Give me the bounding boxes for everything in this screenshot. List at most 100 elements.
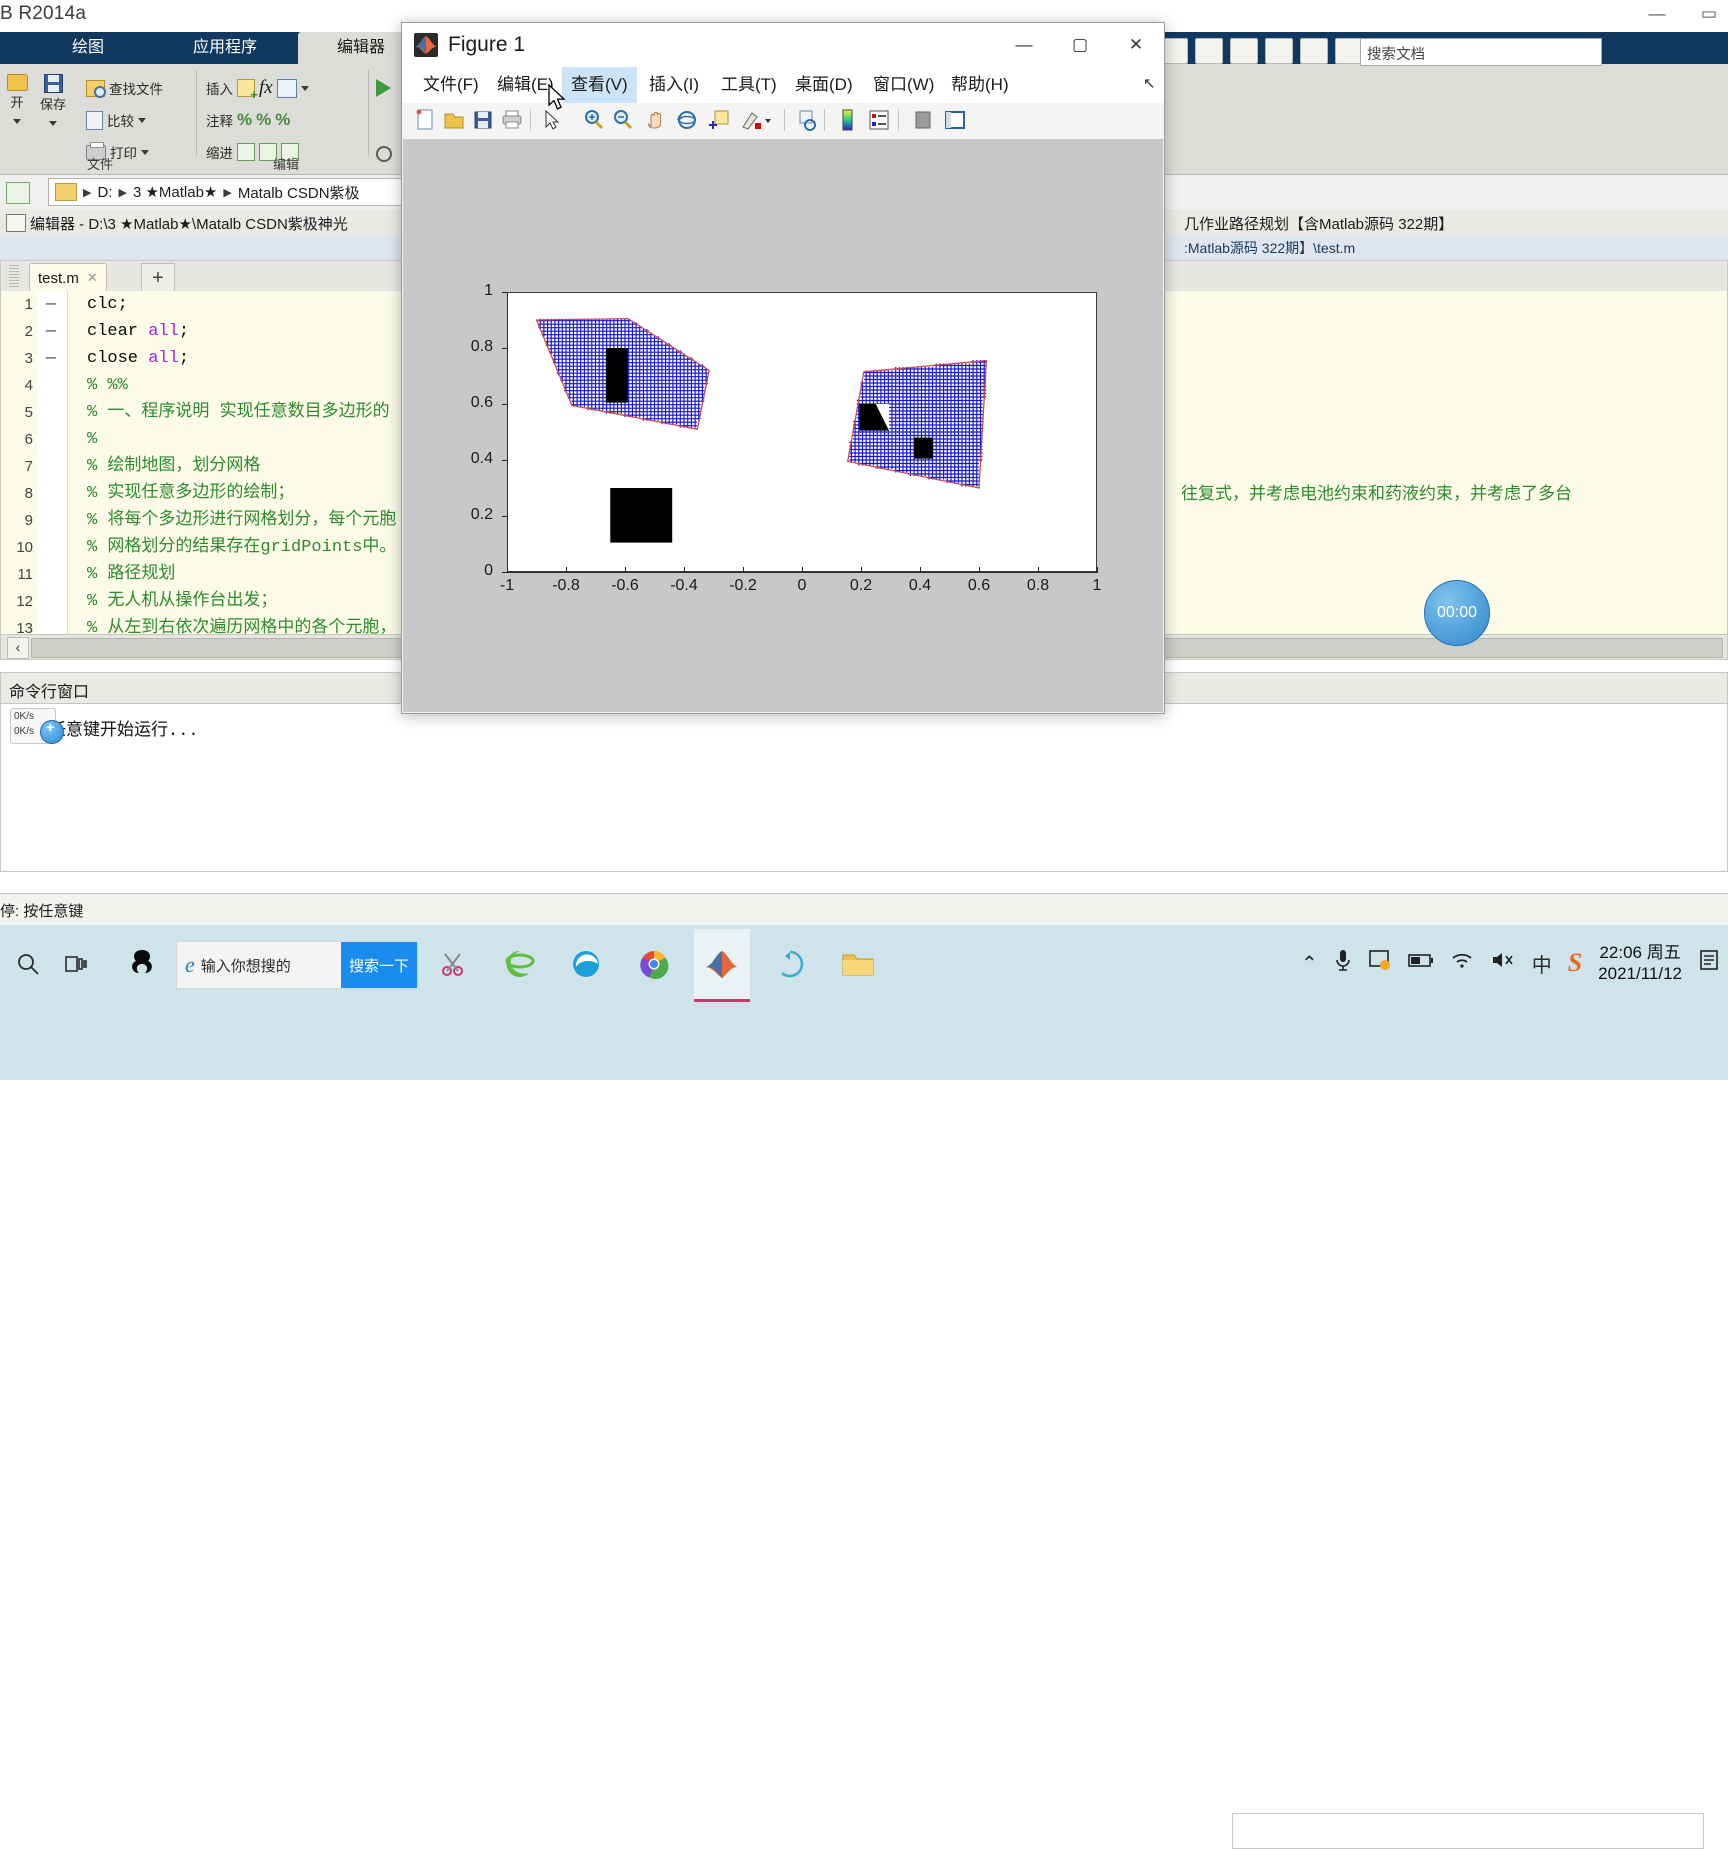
code-line-text: % 绘制地图，划分网格 xyxy=(87,457,261,476)
y-axis-tick xyxy=(502,404,508,405)
uncomment-icon: % xyxy=(256,110,272,129)
editor-tab-label: test.m xyxy=(38,269,79,287)
undo-icon[interactable] xyxy=(1265,38,1293,64)
legend-icon[interactable] xyxy=(866,107,892,133)
ribbon-save-button[interactable]: 保存 xyxy=(24,72,82,131)
brush-dropdown-icon[interactable] xyxy=(762,107,774,133)
editor-tab-test-m[interactable]: test.m ✕ xyxy=(29,263,107,292)
show-plot-tools-icon[interactable] xyxy=(942,107,968,133)
figure-menubar: 文件(F) 编辑(E) 查看(V) 插入(I) 工具(T) 桌面(D) 窗口(W… xyxy=(402,67,1164,104)
ribbon-tab-plot[interactable]: 绘图 xyxy=(24,32,152,64)
ribbon-find-files-button[interactable]: 查找文件 xyxy=(86,74,163,102)
zoom-out-icon[interactable] xyxy=(610,107,636,133)
figure-close-button[interactable]: ✕ xyxy=(1108,23,1164,67)
colorbar-icon[interactable] xyxy=(834,107,860,133)
menu-insert[interactable]: 插入(I) xyxy=(640,67,708,103)
obstacle-1 xyxy=(605,348,628,403)
editor-new-tab-button[interactable]: + xyxy=(141,263,175,292)
menu-help[interactable]: 帮助(H) xyxy=(942,67,1018,103)
link-plot-icon[interactable] xyxy=(794,107,820,133)
notifications-icon[interactable] xyxy=(1698,949,1720,977)
save-figure-icon[interactable] xyxy=(470,107,496,133)
open-file-icon[interactable] xyxy=(441,107,467,133)
battery-icon[interactable] xyxy=(1407,952,1434,975)
figure-maximize-button[interactable]: ▢ xyxy=(1052,23,1108,67)
chevron-down-icon xyxy=(49,121,57,126)
sogou-browser-icon[interactable] xyxy=(114,929,170,999)
ime-chinese-icon[interactable]: 中 xyxy=(1532,949,1552,978)
menu-tools[interactable]: 工具(T) xyxy=(712,67,786,103)
go-to-icon[interactable] xyxy=(1335,38,1363,64)
snip-tool-icon[interactable] xyxy=(425,929,481,999)
menu-view[interactable]: 查看(V) xyxy=(562,67,637,103)
browse-folder-icon[interactable] xyxy=(6,182,30,204)
recycle-icon[interactable] xyxy=(762,929,818,999)
file-explorer-icon[interactable] xyxy=(830,929,886,999)
figure-window[interactable]: Figure 1 — ▢ ✕ 文件(F) 编辑(E) 查看(V) 插入(I) 工… xyxy=(401,22,1165,714)
y-axis-tick xyxy=(502,516,508,517)
ribbon-tab-apps[interactable]: 应用程序 xyxy=(155,32,295,64)
screen-recorder-timer[interactable]: 00:00 xyxy=(1424,580,1490,646)
taskbar-search-button[interactable]: 搜索一下 xyxy=(341,942,417,988)
breadcrumb-item-1[interactable]: 3 ★Matlab★ xyxy=(133,183,217,201)
wifi-icon[interactable] xyxy=(1450,950,1474,976)
menu-desktop[interactable]: 桌面(D) xyxy=(786,67,862,103)
figure-canvas[interactable]: 0 0.2 0.4 0.6 0.8 1 -1 -0.8 -0.6 -0.4 -0.2 0 0.2 0.4… xyxy=(403,139,1163,712)
figure-minimize-button[interactable]: — xyxy=(996,23,1052,67)
code-line-number: 11 xyxy=(17,566,33,583)
figure-titlebar[interactable]: Figure 1 — ▢ ✕ xyxy=(402,23,1164,67)
matlab-icon[interactable] xyxy=(694,929,750,1002)
taskbar-search-box[interactable]: e 输入你想搜的 搜索一下 xyxy=(176,941,418,989)
insert-icon xyxy=(237,79,258,102)
scroll-left-arrow-icon[interactable]: ‹ xyxy=(7,637,29,659)
chevron-right-icon: ▶ xyxy=(118,186,127,199)
ribbon-compare-button[interactable]: 比较 xyxy=(86,106,146,134)
ribbon-search-button[interactable] xyxy=(376,140,392,168)
new-figure-icon[interactable] xyxy=(412,107,438,133)
ribbon-run-button[interactable] xyxy=(376,74,391,102)
pan-icon[interactable] xyxy=(642,107,668,133)
x-axis-tick-label: -1 xyxy=(499,577,515,594)
zoom-in-icon[interactable] xyxy=(581,107,607,133)
paste-icon[interactable] xyxy=(1230,38,1258,64)
chevron-down-icon xyxy=(300,85,309,91)
sogou-ime-icon[interactable]: S xyxy=(1568,948,1582,978)
microphone-icon[interactable] xyxy=(1334,948,1352,978)
print-figure-icon[interactable] xyxy=(499,107,525,133)
x-axis-tick xyxy=(684,567,685,573)
close-icon[interactable]: ✕ xyxy=(87,270,98,286)
sync-icon[interactable] xyxy=(1368,949,1392,977)
matlab-figure-icon xyxy=(414,33,438,57)
network-globe-icon[interactable] xyxy=(40,719,64,744)
ribbon-insert-button[interactable]: 插入 fx xyxy=(206,74,309,102)
brush-icon[interactable] xyxy=(738,107,764,133)
save-icon xyxy=(43,74,63,93)
matlab-maximize-button[interactable]: ▭ xyxy=(1698,4,1720,24)
edge-icon[interactable] xyxy=(558,929,614,999)
menu-window[interactable]: 窗口(W) xyxy=(864,67,943,103)
breadcrumb-item-2[interactable]: Matalb CSDN紫极 xyxy=(238,182,360,203)
data-cursor-icon[interactable] xyxy=(706,107,732,133)
ie-green-icon[interactable] xyxy=(492,929,548,999)
search-docs-input[interactable]: 搜索文档 xyxy=(1360,38,1602,66)
taskbar-clock[interactable]: 22:06 周五 2021/11/12 xyxy=(1598,942,1682,985)
rotate3d-icon[interactable] xyxy=(674,107,700,133)
matlab-minimize-button[interactable]: — xyxy=(1646,4,1668,24)
volume-muted-icon[interactable] xyxy=(1490,950,1516,976)
hide-plot-tools-icon[interactable] xyxy=(910,107,936,133)
y-axis-tick-label: 1 xyxy=(484,282,493,299)
tabbar-drag-handle[interactable] xyxy=(9,265,19,287)
code-line-text: clc; xyxy=(87,295,128,314)
breadcrumb-item-0[interactable]: D: xyxy=(97,184,112,201)
y-axis-tick-label: 0.6 xyxy=(470,394,493,411)
copy-icon[interactable] xyxy=(1195,38,1223,64)
menu-file[interactable]: 文件(F) xyxy=(414,67,488,103)
network-speed-widget[interactable]: 0K/s 0K/s xyxy=(10,708,66,744)
task-view-icon[interactable] xyxy=(48,929,104,999)
ribbon-comment-button[interactable]: 注释 % % % xyxy=(206,106,290,134)
menubar-overflow-icon[interactable]: ↘ xyxy=(1143,75,1156,93)
chrome-icon[interactable] xyxy=(626,929,682,999)
tray-chevron-icon[interactable]: ⌃ xyxy=(1301,951,1318,976)
redo-icon[interactable] xyxy=(1300,38,1328,64)
windows-taskbar: e 输入你想搜的 搜索一下 ⌃ 中 S 22:06 周五 2021/11/12 xyxy=(0,925,1728,1849)
